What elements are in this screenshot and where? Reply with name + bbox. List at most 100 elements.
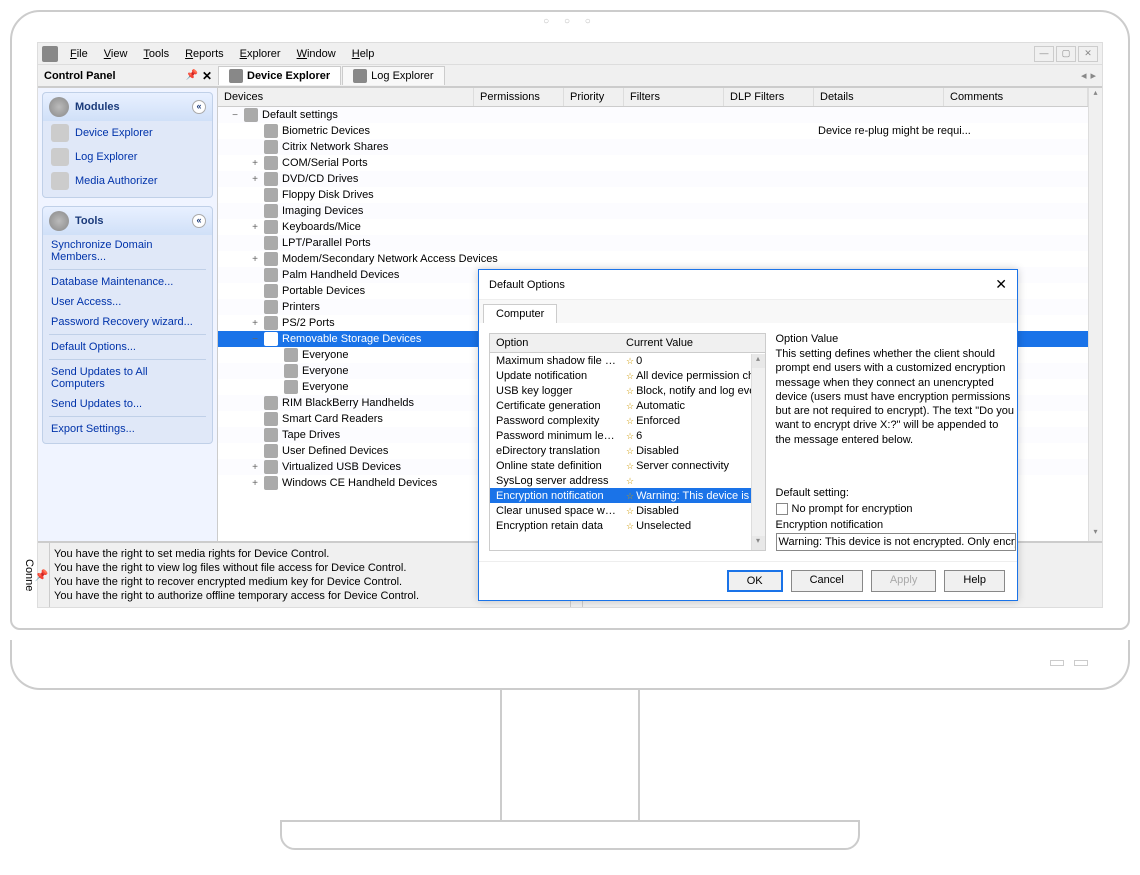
tree-label: Removable Storage Devices (282, 333, 421, 345)
ok-button[interactable]: OK (727, 570, 783, 592)
close-button[interactable]: ✕ (1078, 46, 1098, 62)
tool-sync[interactable]: Synchronize Domain Members... (43, 235, 212, 267)
option-row[interactable]: Certificate generation☆Automatic (490, 398, 765, 413)
maximize-button[interactable]: ▢ (1056, 46, 1076, 62)
tab-scroll[interactable]: ◂▸ (1081, 69, 1102, 82)
left-bottom-tab[interactable]: 📌 Conne (38, 543, 50, 607)
scroll-down-icon[interactable]: ▾ (1089, 527, 1102, 541)
tree-label: Keyboards/Mice (282, 221, 361, 233)
option-value: ☆Server connectivity (620, 460, 765, 472)
expander-icon[interactable]: + (250, 222, 260, 233)
checkbox-no-prompt[interactable]: No prompt for encryption (776, 503, 1016, 515)
tree-row[interactable]: Floppy Disk Drives (218, 187, 1088, 203)
vertical-scrollbar[interactable]: ▴ ▾ (1088, 88, 1102, 541)
dialog-titlebar[interactable]: Default Options ✕ (479, 270, 1017, 300)
col-filters[interactable]: Filters (624, 88, 724, 106)
opt-col-option[interactable]: Option (490, 334, 620, 352)
tool-password-recovery[interactable]: Password Recovery wizard... (43, 312, 212, 332)
tool-db-maint[interactable]: Database Maintenance... (43, 272, 212, 292)
panel-close-icon[interactable]: ✕ (202, 69, 212, 83)
tree-row[interactable]: Citrix Network Shares (218, 139, 1088, 155)
tool-send-updates-all[interactable]: Send Updates to All Computers (43, 362, 212, 394)
expander-icon[interactable]: + (250, 158, 260, 169)
expander-icon[interactable]: + (250, 254, 260, 265)
tool-send-updates-to[interactable]: Send Updates to... (43, 394, 212, 414)
menu-help[interactable]: Help (344, 46, 383, 62)
tree-row[interactable]: + COM/Serial Ports (218, 155, 1088, 171)
option-name: Password minimum length (490, 430, 620, 442)
tree-row[interactable]: +Modem/Secondary Network Access Devices (218, 251, 1088, 267)
expander-icon[interactable]: − (250, 334, 260, 345)
col-dlp[interactable]: DLP Filters (724, 88, 814, 106)
options-scrollbar[interactable]: ▴ ▾ (751, 354, 765, 550)
scroll-up-icon[interactable]: ▴ (1089, 88, 1102, 102)
option-row[interactable]: Encryption notification☆Warning: This de… (490, 488, 765, 503)
tool-user-access[interactable]: User Access... (43, 292, 212, 312)
help-button[interactable]: Help (944, 570, 1005, 592)
menubar: File View Tools Reports Explorer Window … (38, 43, 1102, 65)
option-row[interactable]: Password minimum length☆6 (490, 428, 765, 443)
option-row[interactable]: Password complexity☆Enforced (490, 413, 765, 428)
collapse-icon[interactable]: « (192, 100, 206, 114)
tree-row[interactable]: Biometric DevicesDevice re-plug might be… (218, 123, 1088, 139)
menu-reports[interactable]: Reports (177, 46, 232, 62)
link-media-authorizer[interactable]: Media Authorizer (43, 169, 212, 193)
tool-export-settings[interactable]: Export Settings... (43, 419, 212, 439)
col-priority[interactable]: Priority (564, 88, 624, 106)
tree-row[interactable]: LPT/Parallel Ports (218, 235, 1088, 251)
expander-icon[interactable]: + (250, 318, 260, 329)
link-log-explorer[interactable]: Log Explorer (43, 145, 212, 169)
section-tools: Tools « Synchronize Domain Members... Da… (42, 206, 213, 444)
expander-icon[interactable]: + (250, 462, 260, 473)
option-row[interactable]: USB key logger☆Block, notify and log eve… (490, 383, 765, 398)
option-row[interactable]: SysLog server address☆ (490, 473, 765, 488)
option-row[interactable]: Update notification☆All device permissio… (490, 368, 765, 383)
pin-icon[interactable]: 📌 (185, 70, 197, 81)
dialog-tab-computer[interactable]: Computer (483, 304, 557, 323)
option-row[interactable]: eDirectory translation☆Disabled (490, 443, 765, 458)
link-device-explorer[interactable]: Device Explorer (43, 121, 212, 145)
tree-label: COM/Serial Ports (282, 157, 368, 169)
dialog-close-icon[interactable]: ✕ (995, 276, 1007, 293)
tool-default-options[interactable]: Default Options... (43, 337, 212, 357)
tab-device-explorer[interactable]: Device Explorer (218, 66, 341, 85)
menu-explorer[interactable]: Explorer (232, 46, 289, 62)
menu-tools[interactable]: Tools (135, 46, 177, 62)
menu-window[interactable]: Window (289, 46, 344, 62)
section-tools-header[interactable]: Tools « (43, 207, 212, 235)
col-comments[interactable]: Comments (944, 88, 1088, 106)
tab-log-explorer[interactable]: Log Explorer (342, 66, 444, 85)
option-name: SysLog server address (490, 475, 620, 487)
expander-icon[interactable]: + (250, 478, 260, 489)
apply-button[interactable]: Apply (871, 570, 937, 592)
option-value: ☆Warning: This device is ... (620, 490, 765, 502)
col-permissions[interactable]: Permissions (474, 88, 564, 106)
device-icon (284, 380, 298, 394)
tree-row[interactable]: Imaging Devices (218, 203, 1088, 219)
option-row[interactable]: Encryption retain data☆Unselected (490, 518, 765, 533)
option-row[interactable]: Clear unused space when e...☆Disabled (490, 503, 765, 518)
expander-icon[interactable]: − (230, 110, 240, 121)
tree-row-root[interactable]: −Default settings (218, 107, 1088, 123)
collapse-icon[interactable]: « (192, 214, 206, 228)
minimize-button[interactable]: — (1034, 46, 1054, 62)
tree-row[interactable]: + Keyboards/Mice (218, 219, 1088, 235)
cancel-button[interactable]: Cancel (791, 570, 863, 592)
menu-view[interactable]: View (96, 46, 136, 62)
opt-col-value[interactable]: Current Value (620, 334, 765, 352)
scroll-up-icon[interactable]: ▴ (752, 354, 765, 368)
encryption-notification-input[interactable]: Warning: This device is not encrypted. O… (776, 533, 1016, 551)
option-row[interactable]: Maximum shadow file size☆0 (490, 353, 765, 368)
scroll-down-icon[interactable]: ▾ (752, 536, 765, 550)
folder-icon (244, 108, 258, 122)
tree-label: Citrix Network Shares (282, 141, 388, 153)
col-devices[interactable]: Devices (218, 88, 474, 106)
tree-row[interactable]: +DVD/CD Drives (218, 171, 1088, 187)
col-details[interactable]: Details (814, 88, 944, 106)
tree-label: Everyone (302, 349, 348, 361)
option-row[interactable]: Online state definition☆Server connectiv… (490, 458, 765, 473)
section-modules-header[interactable]: Modules « (43, 93, 212, 121)
option-value: ☆Disabled (620, 505, 765, 517)
menu-file[interactable]: File (62, 46, 96, 62)
expander-icon[interactable]: + (250, 174, 260, 185)
